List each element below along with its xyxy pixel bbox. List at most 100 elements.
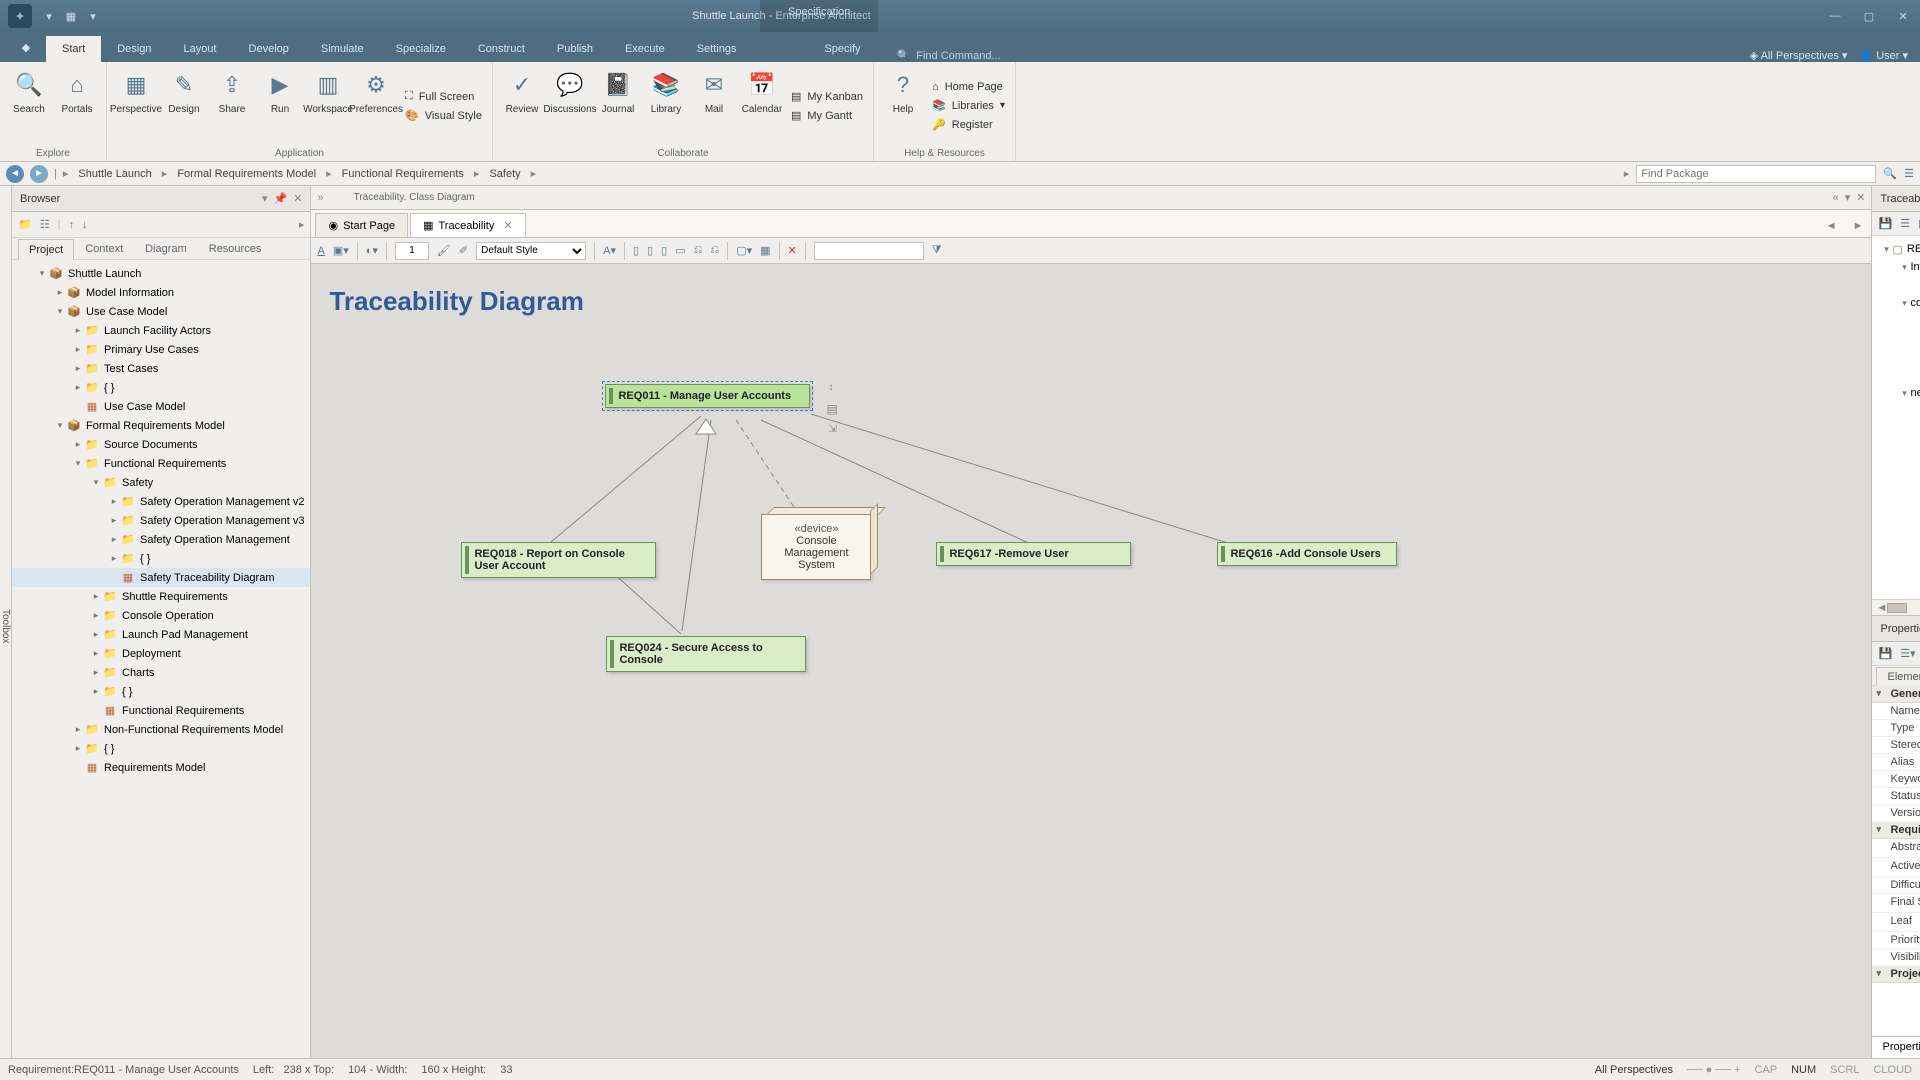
trace-item[interactable]: ▾▢REQ011 - Manage User Accounts xyxy=(1872,240,1920,258)
font-color-icon[interactable]: A xyxy=(317,245,324,257)
quick-link-down-icon[interactable]: ⇲ xyxy=(828,424,836,435)
expander-icon[interactable]: ▾ xyxy=(36,268,48,279)
fill-color-icon[interactable]: ▣▾ xyxy=(333,244,349,257)
visualstyle-button[interactable]: 🎨Visual Style xyxy=(401,107,486,124)
expander-icon[interactable]: ▾ xyxy=(1898,262,1910,273)
align-r-icon[interactable]: ▯ xyxy=(661,244,667,257)
expander-icon[interactable]: ▸ xyxy=(90,686,102,697)
align-l-icon[interactable]: ▯ xyxy=(633,244,639,257)
tree-item[interactable]: ▦Requirements Model xyxy=(12,758,310,777)
line-color-icon[interactable]: ◐▾ xyxy=(366,244,378,257)
run-button[interactable]: ▶Run xyxy=(257,66,303,146)
tab-start-page[interactable]: ◉Start Page xyxy=(315,213,408,237)
preferences-button[interactable]: ⚙Preferences xyxy=(353,66,399,146)
properties-grid[interactable]: GeneralNameREQ011 - Manage User Acc...Ty… xyxy=(1872,686,1920,1036)
register-button[interactable]: 🔑Register xyxy=(928,116,1009,133)
tab-prev-icon[interactable]: ◄ xyxy=(1818,215,1845,237)
dropdown-icon[interactable]: ▾ xyxy=(1845,191,1851,204)
tab-close-icon[interactable]: ✕ xyxy=(503,219,512,232)
property-row[interactable]: Active xyxy=(1872,858,1920,877)
eraser-icon[interactable]: ✐ xyxy=(459,244,468,257)
expander-icon[interactable]: ▸ xyxy=(90,629,102,640)
fullscreen-button[interactable]: ⛶Full Screen xyxy=(401,88,486,105)
browser-tab-context[interactable]: Context xyxy=(74,238,134,259)
save-icon[interactable]: 💾 xyxy=(1878,647,1892,660)
ribbon-tab-start[interactable]: Start xyxy=(46,36,101,62)
tree-item[interactable]: ▸📁{ } xyxy=(12,739,310,758)
property-group-header[interactable]: General xyxy=(1872,686,1920,703)
panel-pin-icon[interactable]: 📌 xyxy=(274,192,288,205)
tree-item[interactable]: ▾📦Formal Requirements Model xyxy=(12,416,310,435)
tree-item[interactable]: ▦Functional Requirements xyxy=(12,701,310,720)
expander-icon[interactable]: ▸ xyxy=(72,344,84,355)
property-row[interactable]: AliasUser Management - Launc... xyxy=(1872,754,1920,771)
expander-icon[interactable]: ▸ xyxy=(108,553,120,564)
ribbon-tab-develop[interactable]: Develop xyxy=(233,36,305,62)
expander-icon[interactable]: ▸ xyxy=(72,325,84,336)
property-row[interactable]: Version1.0 xyxy=(1872,805,1920,822)
nav-forward-button[interactable]: ► xyxy=(30,165,48,183)
filter-icon[interactable]: ☰ xyxy=(1904,168,1914,180)
trace-item[interactable]: ▾composed of xyxy=(1872,294,1920,312)
device-box[interactable]: «device» Console Management System xyxy=(761,514,871,580)
browser-tab-diagram[interactable]: Diagram xyxy=(134,238,198,259)
tree-item[interactable]: ▾📦Use Case Model xyxy=(12,302,310,321)
share-button[interactable]: ⇪Share xyxy=(209,66,255,146)
calendar-button[interactable]: 📅Calendar xyxy=(739,66,785,146)
tree-icon[interactable]: ☷ xyxy=(40,218,50,231)
qat-more-icon[interactable]: ▾ xyxy=(84,7,102,25)
help-button[interactable]: ?Help xyxy=(880,66,926,146)
ribbon-tab-construct[interactable]: Construct xyxy=(462,36,541,62)
maximize-button[interactable]: ▢ xyxy=(1852,0,1886,32)
req011-box[interactable]: REQ011 - Manage User Accounts xyxy=(605,384,810,408)
workspace-button[interactable]: ▥Workspace xyxy=(305,66,351,146)
tree-item[interactable]: ▸📦Model Information xyxy=(12,283,310,302)
tree-item[interactable]: ▸📁Safety Operation Management v2 xyxy=(12,492,310,511)
tree-item[interactable]: ▸📁Safety Operation Management xyxy=(12,530,310,549)
panel-close-icon[interactable]: ✕ xyxy=(293,192,302,205)
tree-item[interactable]: ▦Use Case Model xyxy=(12,397,310,416)
funnel-icon[interactable]: ⧩ xyxy=(932,244,942,257)
ribbon-tab-layout[interactable]: Layout xyxy=(167,36,232,62)
close-view-icon[interactable]: ✕ xyxy=(1856,191,1865,204)
line-width-input[interactable] xyxy=(395,242,429,260)
browser-tree[interactable]: ▾📦Shuttle Launch▸📦Model Information▾📦Use… xyxy=(12,260,310,1058)
expander-icon[interactable]: ▾ xyxy=(1898,298,1910,309)
new-folder-icon[interactable]: 📁 xyxy=(18,218,32,231)
property-row[interactable]: Final Specialization xyxy=(1872,894,1920,913)
expander-icon[interactable]: ▾ xyxy=(54,306,66,317)
link1-icon[interactable]: ⎌ xyxy=(694,244,703,257)
tree-item[interactable]: ▸📁Source Documents xyxy=(12,435,310,454)
qat-save-icon[interactable]: ▦ xyxy=(62,7,80,25)
list-icon[interactable]: ☰ xyxy=(1900,217,1910,230)
trace-item[interactable]: ▸▢REQ616 -Add Console Users xyxy=(1872,366,1920,384)
search-button[interactable]: 🔍Search xyxy=(6,66,52,146)
expander-icon[interactable]: ▸ xyxy=(90,648,102,659)
format-painter-icon[interactable]: 🖌 xyxy=(437,244,451,257)
design-button[interactable]: ✎Design xyxy=(161,66,207,146)
expander-icon[interactable]: ▸ xyxy=(108,534,120,545)
up-icon[interactable]: ↑ xyxy=(68,219,74,231)
tree-item[interactable]: ▸📁Charts xyxy=(12,663,310,682)
expander-icon[interactable]: ▸ xyxy=(72,439,84,450)
contextual-tab-specification[interactable]: Specification xyxy=(760,0,878,32)
save-icon[interactable]: 💾 xyxy=(1878,217,1892,230)
gantt-button[interactable]: ▤My Gantt xyxy=(787,107,867,124)
tree-item[interactable]: ▸📁Primary Use Cases xyxy=(12,340,310,359)
nav-chevrons-icon[interactable]: » xyxy=(317,192,323,204)
tree-item[interactable]: ▸📁Non-Functional Requirements Model xyxy=(12,720,310,739)
close-button[interactable]: ✕ xyxy=(1886,0,1920,32)
style-select[interactable]: Default Style xyxy=(476,242,586,260)
tree-item[interactable]: ▸📁Safety Operation Management v3 xyxy=(12,511,310,530)
expander-icon[interactable]: ▸ xyxy=(54,287,66,298)
traceability-hscroll[interactable]: ◄► xyxy=(1872,599,1920,615)
text-color-icon[interactable]: A▾ xyxy=(603,244,616,257)
trace-item[interactable]: ▸▢REQ617 -Remove User xyxy=(1872,312,1920,330)
diagram-search-input[interactable] xyxy=(814,242,924,260)
align-c-icon[interactable]: ▯ xyxy=(647,244,653,257)
nav-back-button[interactable]: ◄ xyxy=(6,165,24,183)
bottom-tab-properties[interactable]: Properties xyxy=(1872,1037,1920,1058)
expander-icon[interactable]: ▸ xyxy=(90,591,102,602)
expander-icon[interactable]: ▸ xyxy=(72,363,84,374)
find-package-input[interactable] xyxy=(1636,165,1876,183)
